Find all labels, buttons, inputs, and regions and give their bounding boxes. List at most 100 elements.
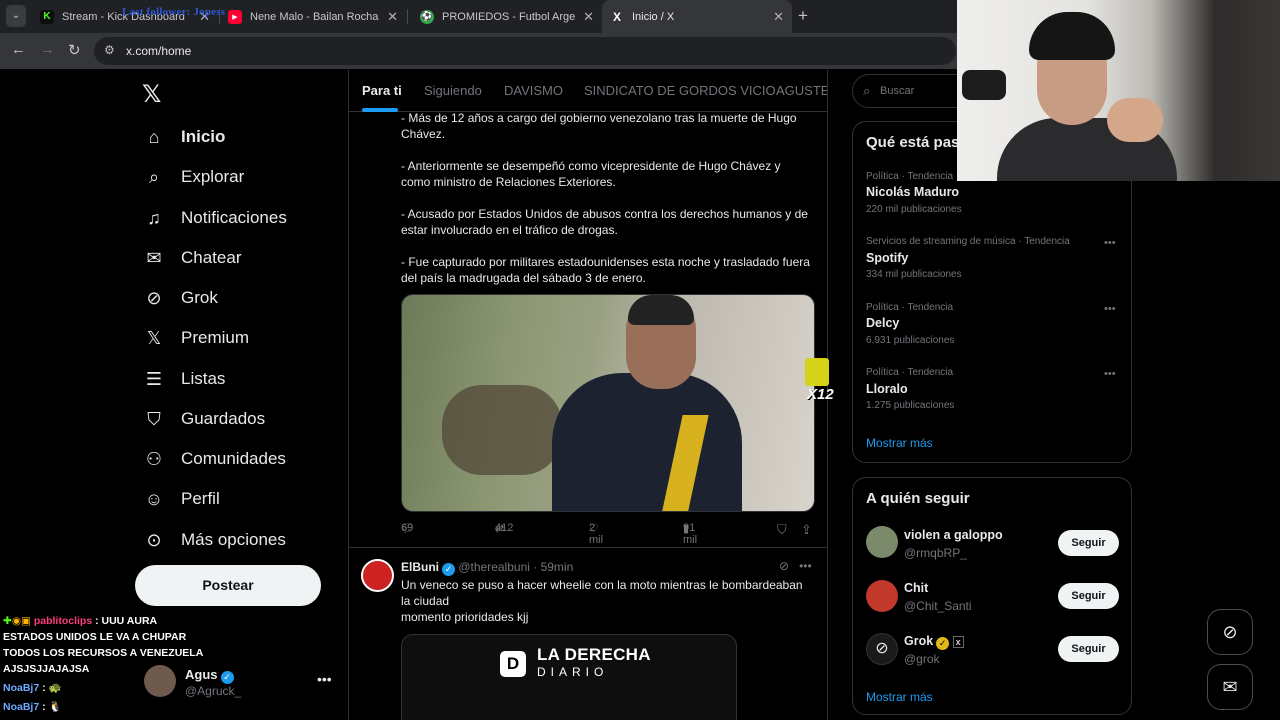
- close-tab-icon[interactable]: ✕: [387, 9, 398, 25]
- share-icon[interactable]: ⇪: [801, 522, 812, 538]
- more-dots-icon[interactable]: •••: [317, 671, 332, 687]
- tab-x-home[interactable]: X Inicio / X ✕: [602, 0, 792, 33]
- kick-favicon-icon: K: [40, 9, 54, 24]
- chat-username: NoaBj7: [3, 701, 40, 713]
- nav-item-grok[interactable]: ⊘ Grok: [143, 285, 217, 311]
- tab-agusteti[interactable]: AGUSTETI: [776, 83, 827, 98]
- more-dots-icon[interactable]: •••: [1104, 303, 1116, 315]
- tab-para-ti[interactable]: Para ti: [362, 83, 402, 98]
- tweet-header: ElBuni ✓ @therealbuni · 59min: [401, 560, 573, 576]
- tweet-text: momento prioridades kjj: [401, 610, 529, 624]
- close-tab-icon[interactable]: ✕: [773, 9, 784, 25]
- bookmark-icon: ⛉: [147, 408, 161, 429]
- show-more-follow-link[interactable]: Mostrar más: [866, 690, 933, 704]
- suggestion-name: Chit: [904, 581, 929, 595]
- chat-badges-icon: ✚: [3, 615, 12, 627]
- address-bar[interactable]: ⚙ x.com/home: [94, 37, 956, 65]
- suggestion-handle: @grok: [904, 652, 940, 666]
- trend-meta: Política · Tendencia: [866, 171, 954, 182]
- search-placeholder: Buscar: [880, 85, 915, 97]
- suggestion-name: Grok: [904, 634, 934, 648]
- follow-button[interactable]: Seguir: [1058, 530, 1119, 556]
- site-settings-icon[interactable]: ⚙: [104, 43, 115, 57]
- close-tab-icon[interactable]: ✕: [583, 9, 594, 25]
- messages-float-icon[interactable]: ✉: [1207, 664, 1253, 710]
- show-more-trends-link[interactable]: Mostrar más: [866, 436, 933, 450]
- chat-message: NoaBj7 : 🐢: [3, 680, 203, 696]
- follow-button[interactable]: Seguir: [1058, 583, 1119, 609]
- nav-label: Explorar: [181, 167, 245, 186]
- sticker-label: X12: [807, 386, 834, 403]
- avatar: [866, 580, 898, 612]
- tweet-video[interactable]: D LA DERECHA DIARIO: [401, 634, 737, 720]
- stream-chat-overlay: ✚◉▣ pablitoclips : UUU AURA ESTADOS UNID…: [3, 613, 203, 715]
- tab-search-chevron-icon[interactable]: ⌄: [6, 5, 26, 27]
- bookmark-icon[interactable]: ⛉: [777, 522, 787, 538]
- trend-count: 220 mil publicaciones: [866, 204, 962, 215]
- webcam-person-hair: [1029, 12, 1115, 60]
- stream-last-follower-overlay: Last follower: Jopess: [122, 6, 226, 18]
- reload-icon[interactable]: ↻: [68, 41, 81, 59]
- list-icon: ☰: [145, 368, 163, 389]
- tweet-divider: [349, 547, 827, 548]
- trend-name: Nicolás Maduro: [866, 185, 960, 199]
- nav-label: Chatear: [181, 248, 242, 267]
- trend-count: 6.931 publicaciones: [866, 335, 955, 346]
- more-dots-icon[interactable]: •••: [1104, 368, 1116, 380]
- nav-label: Inicio: [181, 127, 226, 146]
- more-dots-icon[interactable]: •••: [799, 559, 812, 573]
- x-logo-icon[interactable]: 𝕏: [142, 80, 161, 109]
- follow-button[interactable]: Seguir: [1058, 636, 1119, 662]
- chat-message: ✚◉▣ pablitoclips : UUU AURA ESTADOS UNID…: [3, 613, 203, 677]
- home-icon: ⌂: [148, 126, 160, 147]
- tab-siguiendo[interactable]: Siguiendo: [424, 83, 482, 98]
- verified-badge-icon: ✓: [220, 671, 234, 684]
- tab-sindicato[interactable]: SINDICATO DE GORDOS VICIO: [584, 83, 776, 98]
- nav-item-premium[interactable]: 𝕏 Premium: [143, 325, 249, 351]
- suggestion-handle: @rmqbRP_: [904, 546, 967, 560]
- avatar[interactable]: [361, 559, 394, 592]
- tweet-paragraph: - Fue capturado por militares estadounid…: [401, 255, 810, 285]
- tweet-text: Un veneco se puso a hacer wheelie con la…: [401, 578, 803, 608]
- grok-icon[interactable]: ⊘: [779, 559, 789, 573]
- main-timeline: Para ti Siguiendo DAVISMO SINDICATO DE G…: [348, 70, 828, 720]
- affiliate-badge-icon: x: [952, 636, 964, 648]
- avatar: [866, 526, 898, 558]
- nav-item-comunidades[interactable]: ⚇ Comunidades: [143, 446, 286, 472]
- nav-item-inicio[interactable]: ⌂ Inicio: [143, 124, 226, 150]
- author-handle[interactable]: @therealbuni: [458, 560, 530, 574]
- forward-arrow-icon[interactable]: →: [40, 41, 55, 58]
- nav-item-mas-opciones[interactable]: ⊙ Más opciones: [143, 527, 285, 553]
- author-name[interactable]: ElBuni: [401, 560, 439, 574]
- nav-item-chatear[interactable]: ✉ Chatear: [143, 245, 241, 271]
- new-tab-plus-icon[interactable]: +: [798, 6, 808, 26]
- suggestion-name: violen a galoppo: [904, 528, 1003, 542]
- tab-youtube-video[interactable]: ▶ Nene Malo - Bailan Rochas Y Ch ✕: [220, 0, 406, 33]
- nav-item-notificaciones[interactable]: ♫ Notificaciones: [143, 205, 287, 231]
- nav-item-guardados[interactable]: ⛉ Guardados: [143, 406, 265, 432]
- tweet-paragraph: - Acusado por Estados Unidos de abusos c…: [401, 207, 808, 237]
- tweet-paragraph: - Anteriormente se desempeñó como vicepr…: [401, 159, 781, 189]
- suggestion-handle: @Chit_Santi: [904, 599, 972, 613]
- tweet-header-icons: ⊘ •••: [779, 559, 812, 573]
- who-to-follow-panel: A quién seguir violen a galoppo @rmqbRP_…: [852, 477, 1132, 715]
- la-derecha-logo-icon: D: [500, 651, 526, 677]
- nav-item-perfil[interactable]: ☺ Perfil: [143, 486, 220, 512]
- search-icon: ⌕: [863, 83, 871, 98]
- grok-float-icon[interactable]: ⊘: [1207, 609, 1253, 655]
- nav-label: Notificaciones: [181, 208, 287, 227]
- post-button[interactable]: Postear: [135, 565, 321, 606]
- tab-promiedos[interactable]: ⚽ PROMIEDOS - Futbol Argentino ✕: [412, 0, 602, 33]
- back-arrow-icon[interactable]: ←: [11, 41, 26, 58]
- nav-item-listas[interactable]: ☰ Listas: [143, 366, 226, 392]
- tweet-photo[interactable]: [401, 294, 815, 512]
- tab-davismo[interactable]: DAVISMO: [504, 83, 563, 98]
- nav-item-explorar[interactable]: ⌕ Explorar: [143, 164, 244, 190]
- verified-gold-badge-icon: ✓: [936, 637, 950, 650]
- more-dots-icon[interactable]: •••: [1104, 237, 1116, 249]
- views-count: 91 mil: [683, 522, 698, 546]
- nav-label: Perfil: [181, 489, 220, 508]
- tab-title: Inicio / X: [632, 10, 675, 23]
- sticker-figure-icon: [805, 358, 829, 386]
- media-brand: LA DERECHA: [537, 645, 651, 664]
